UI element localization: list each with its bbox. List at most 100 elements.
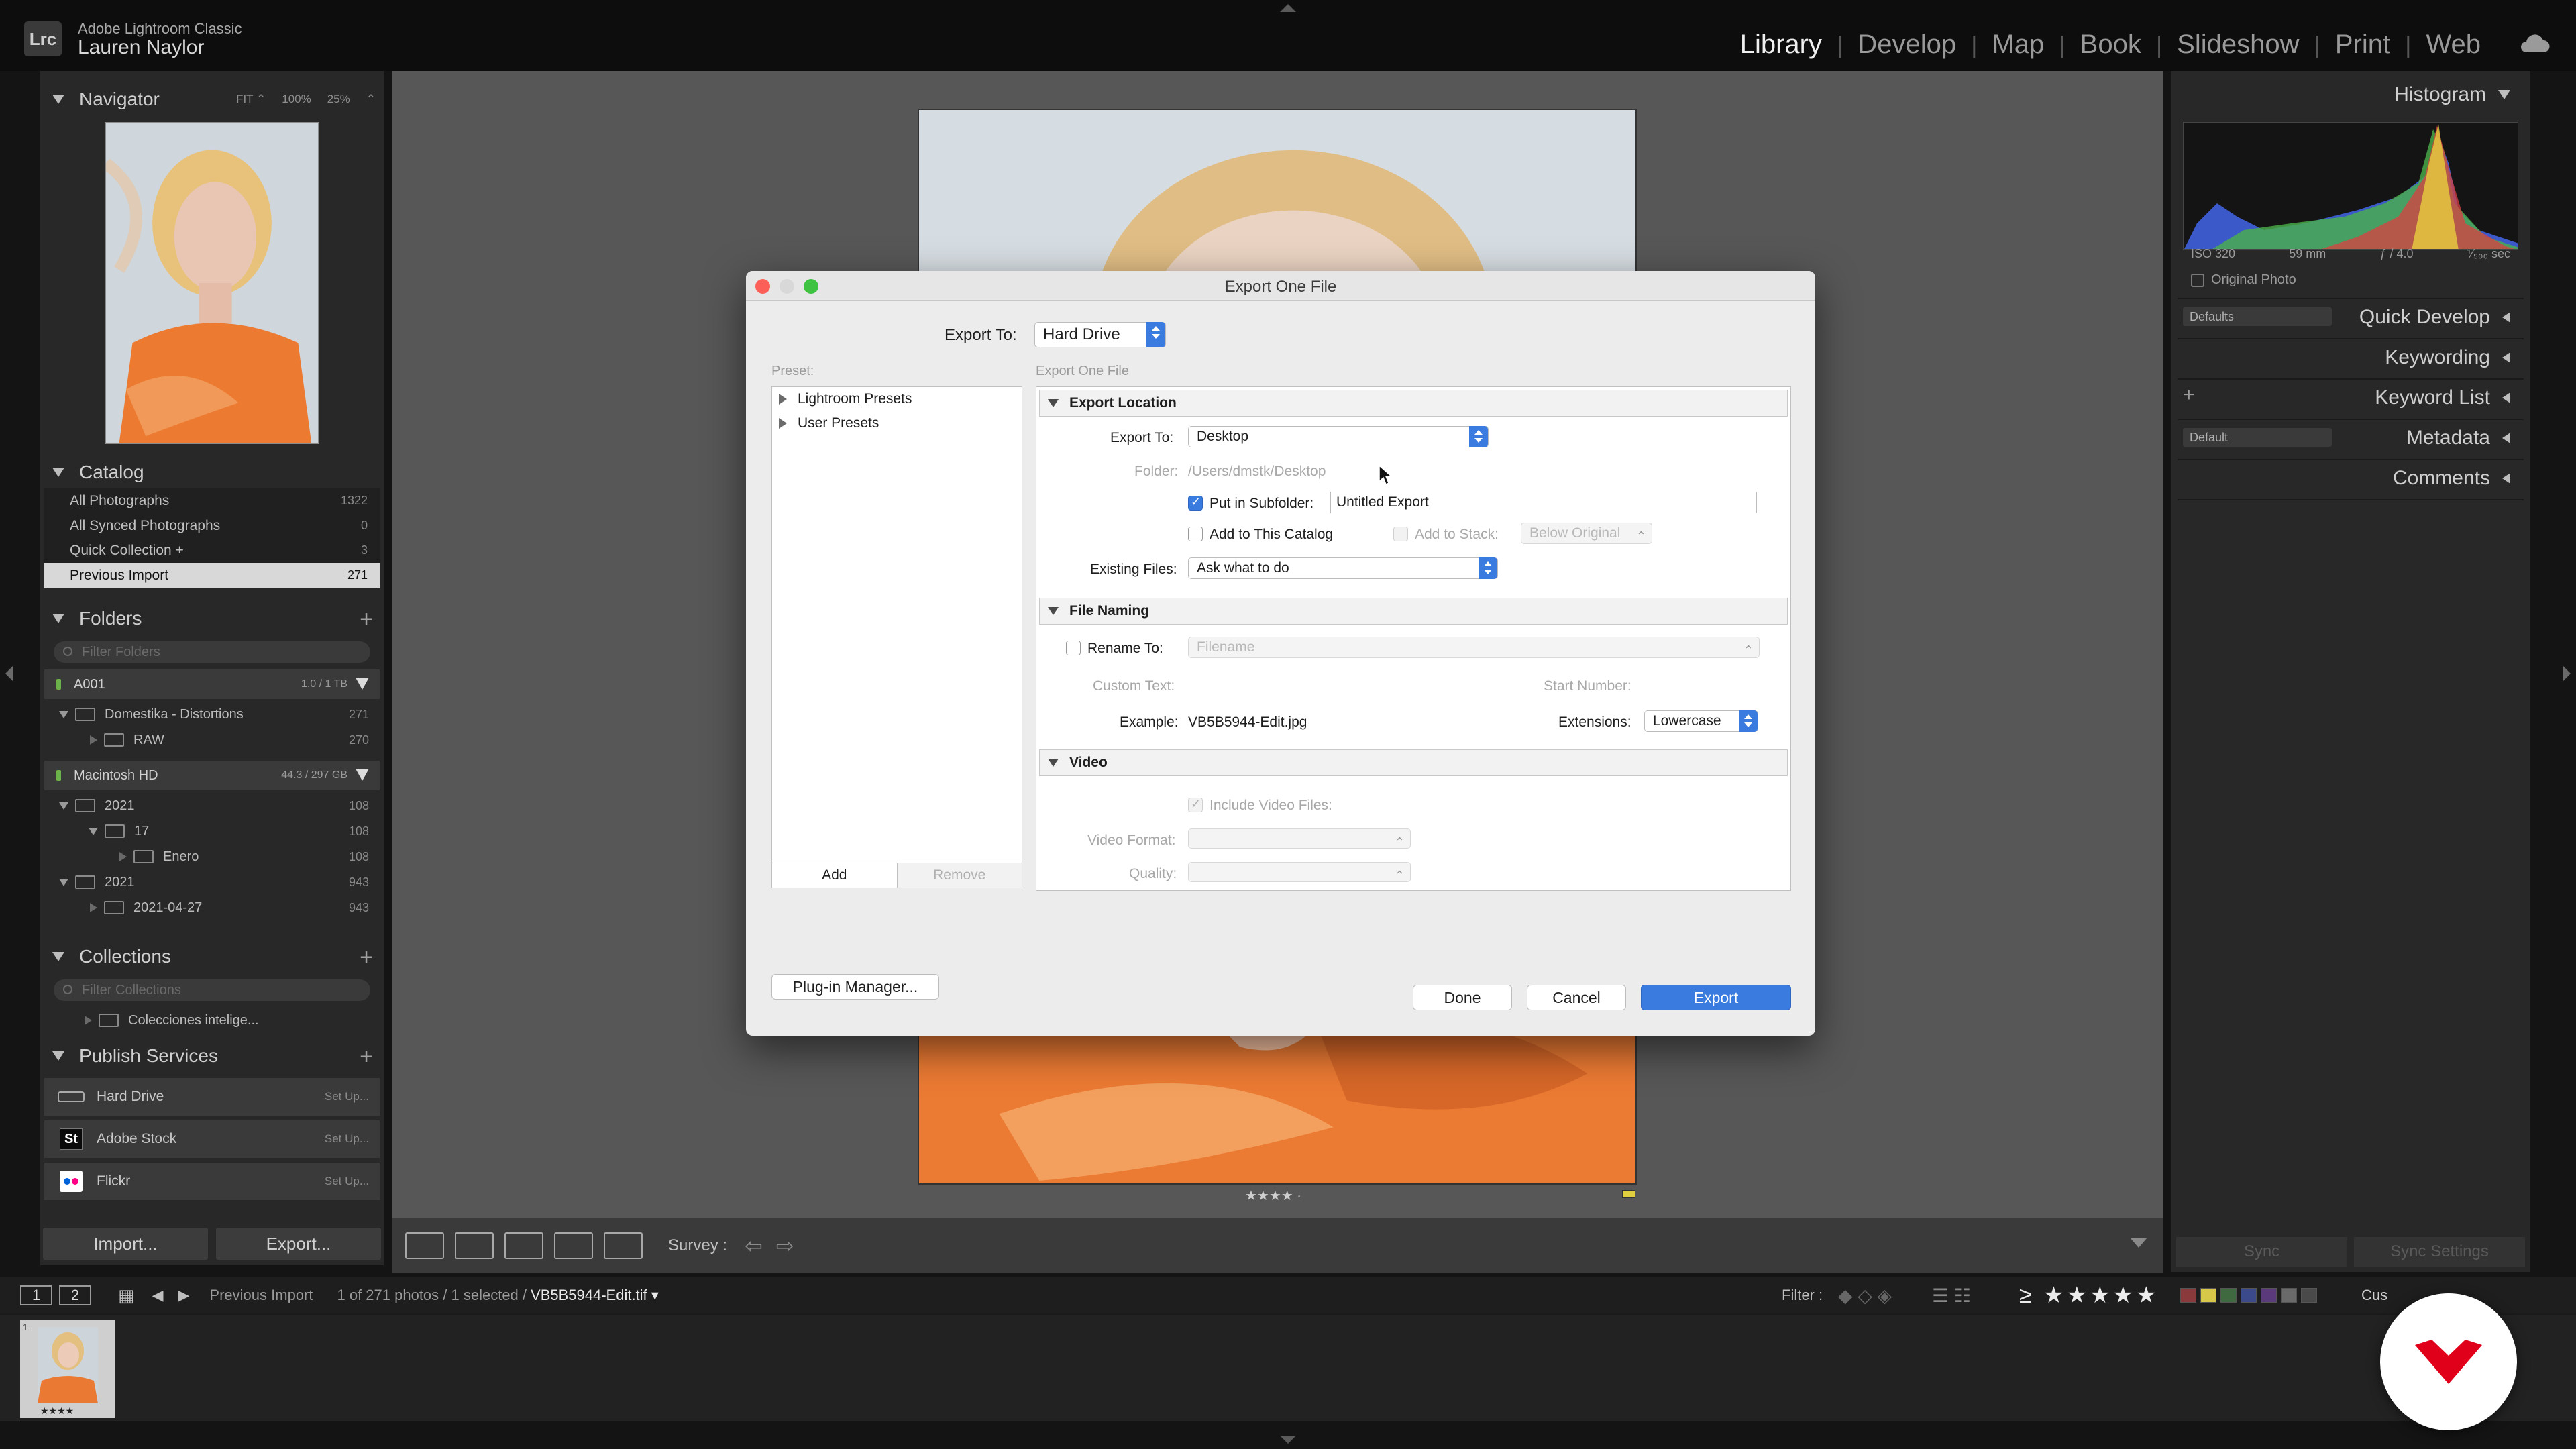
zoom-100[interactable]: 100% — [282, 93, 311, 106]
flag-filter-icons[interactable]: ◆ ◇ ◈ — [1838, 1285, 1892, 1307]
photo-rating[interactable]: ★★★★ · — [1245, 1187, 1301, 1204]
back-arrow-icon[interactable]: ◀ — [152, 1287, 164, 1304]
put-in-subfolder-checkbox[interactable] — [1188, 495, 1203, 511]
folder-expand-icon[interactable] — [89, 827, 98, 835]
service-setup[interactable]: Set Up... — [325, 1175, 369, 1188]
module-slideshow[interactable]: Slideshow — [2162, 30, 2314, 60]
color-filter-purple[interactable] — [2261, 1288, 2277, 1303]
histogram-header[interactable]: Histogram — [2394, 83, 2510, 106]
panel-toggle-left-icon[interactable] — [5, 665, 13, 682]
add-collection-icon[interactable]: + — [360, 945, 373, 971]
histogram[interactable] — [2183, 122, 2518, 250]
zoom-more[interactable]: ⌃ — [366, 93, 376, 106]
zoom-fit[interactable]: FIT ⌃ — [236, 93, 266, 106]
filmstrip-filename[interactable]: VB5B5944-Edit.tif ▾ — [531, 1287, 659, 1304]
panel-toggle-top-icon[interactable] — [1280, 4, 1296, 12]
add-keyword-icon[interactable]: + — [2183, 384, 2195, 407]
remove-preset-button[interactable]: Remove — [898, 863, 1022, 888]
expand-icon[interactable] — [779, 394, 787, 405]
grid-icon[interactable]: ▦ — [118, 1285, 135, 1306]
zoom-25[interactable]: 25% — [327, 93, 350, 106]
stack-position-select[interactable]: Below Original ⌃ — [1521, 523, 1652, 544]
folder-row[interactable]: Domestika - Distortions 271 — [40, 702, 384, 727]
quick-develop-header[interactable]: Quick Develop — [2359, 306, 2510, 329]
color-filter-yellow[interactable] — [2200, 1288, 2216, 1303]
navigator-header[interactable]: Navigator FIT ⌃ 100% 25% ⌃ — [40, 79, 384, 119]
module-develop[interactable]: Develop — [1843, 30, 1971, 60]
dialog-titlebar[interactable]: Export One File — [746, 271, 1815, 301]
secondary-window-button[interactable]: 2 — [59, 1285, 91, 1305]
location-export-to-select[interactable]: Desktop — [1188, 426, 1489, 447]
volume-collapse-icon[interactable] — [356, 678, 369, 690]
filter-folders-input[interactable]: Filter Folders — [54, 641, 370, 663]
cloud-icon[interactable] — [2518, 32, 2551, 54]
people-view-icon[interactable] — [604, 1232, 643, 1259]
main-window-button[interactable]: 1 — [20, 1285, 52, 1305]
export-location-header[interactable]: Export Location — [1039, 390, 1788, 417]
service-setup[interactable]: Set Up... — [325, 1090, 369, 1104]
color-filter-green[interactable] — [2220, 1288, 2237, 1303]
publish-services-header[interactable]: Publish Services + — [40, 1036, 384, 1076]
color-filter-blue[interactable] — [2241, 1288, 2257, 1303]
add-to-catalog-checkbox[interactable] — [1188, 527, 1203, 541]
plugin-manager-button[interactable]: Plug-in Manager... — [771, 974, 939, 1000]
volume-macintosh-hd[interactable]: Macintosh HD 44.3 / 297 GB — [44, 761, 380, 790]
rename-to-checkbox[interactable] — [1066, 641, 1081, 655]
file-naming-header[interactable]: File Naming — [1039, 598, 1788, 625]
folder-row[interactable]: 17 108 — [40, 818, 384, 844]
quality-select[interactable]: ⌃ — [1188, 862, 1411, 882]
extensions-select[interactable]: Lowercase — [1644, 710, 1758, 732]
color-filter-none[interactable] — [2301, 1288, 2317, 1303]
existing-files-select[interactable]: Ask what to do — [1188, 557, 1498, 579]
publish-service-adobe-stock[interactable]: St Adobe Stock Set Up... — [44, 1120, 380, 1158]
module-library[interactable]: Library — [1725, 30, 1837, 60]
module-print[interactable]: Print — [2320, 30, 2405, 60]
navigator-preview[interactable] — [105, 122, 319, 444]
custom-filter-select[interactable]: Cus — [2361, 1287, 2387, 1304]
folder-expand-icon[interactable] — [59, 878, 68, 886]
module-web[interactable]: Web — [2411, 30, 2496, 60]
collections-header[interactable]: Collections + — [40, 936, 384, 977]
sync-button[interactable]: Sync — [2176, 1237, 2347, 1267]
folder-expand-icon[interactable] — [90, 903, 97, 912]
catalog-item[interactable]: All Synced Photographs 0 — [44, 513, 380, 538]
volume-a001[interactable]: A001 1.0 / 1 TB — [44, 669, 380, 699]
next-arrow-icon[interactable]: ⇨ — [776, 1233, 794, 1258]
expand-icon[interactable] — [779, 418, 787, 429]
filter-collections-input[interactable]: Filter Collections — [54, 979, 370, 1001]
catalog-item-selected[interactable]: Previous Import 271 — [44, 563, 380, 588]
export-to-select[interactable]: Hard Drive — [1034, 322, 1166, 347]
done-button[interactable]: Done — [1413, 985, 1512, 1010]
filmstrip-thumbnail[interactable]: ★★★★ 1 — [20, 1320, 115, 1418]
export-confirm-button[interactable]: Export — [1641, 985, 1791, 1010]
previous-arrow-icon[interactable]: ⇦ — [745, 1233, 763, 1258]
preset-folder[interactable]: User Presets — [772, 411, 1022, 435]
folder-row[interactable]: RAW 270 — [40, 727, 384, 753]
add-folder-icon[interactable]: + — [360, 606, 373, 633]
toolbar-menu-icon[interactable] — [2131, 1238, 2147, 1248]
export-button[interactable]: Export... — [216, 1228, 381, 1260]
quick-develop-preset[interactable]: Defaults — [2183, 307, 2332, 326]
video-format-select[interactable]: ⌃ — [1188, 828, 1411, 849]
add-to-stack-checkbox[interactable] — [1393, 527, 1408, 541]
preset-folder[interactable]: Lightroom Presets — [772, 387, 1022, 411]
add-publish-service-icon[interactable]: + — [360, 1044, 373, 1070]
grid-view-icon[interactable] — [405, 1232, 444, 1259]
publish-service-hard-drive[interactable]: Hard Drive Set Up... — [44, 1078, 380, 1116]
keyword-list-header[interactable]: Keyword List — [2375, 386, 2510, 409]
folder-row[interactable]: 2021 108 — [40, 793, 384, 818]
service-setup[interactable]: Set Up... — [325, 1132, 369, 1146]
volume-collapse-icon[interactable] — [356, 769, 369, 781]
panel-toggle-right-icon[interactable] — [2563, 665, 2571, 682]
catalog-item[interactable]: Quick Collection + 3 — [44, 538, 380, 563]
folder-expand-icon[interactable] — [59, 710, 68, 718]
original-photo-checkbox[interactable] — [2191, 273, 2204, 287]
color-filter-red[interactable] — [2180, 1288, 2196, 1303]
filmstrip-source[interactable]: Previous Import — [209, 1287, 313, 1304]
catalog-item[interactable]: All Photographs 1322 — [44, 488, 380, 513]
comments-header[interactable]: Comments — [2393, 467, 2510, 490]
include-video-checkbox[interactable] — [1188, 797, 1203, 812]
loupe-view-icon[interactable] — [455, 1232, 494, 1259]
forward-arrow-icon[interactable]: ▶ — [178, 1287, 190, 1304]
folder-row[interactable]: 2021-04-27 943 — [40, 895, 384, 920]
